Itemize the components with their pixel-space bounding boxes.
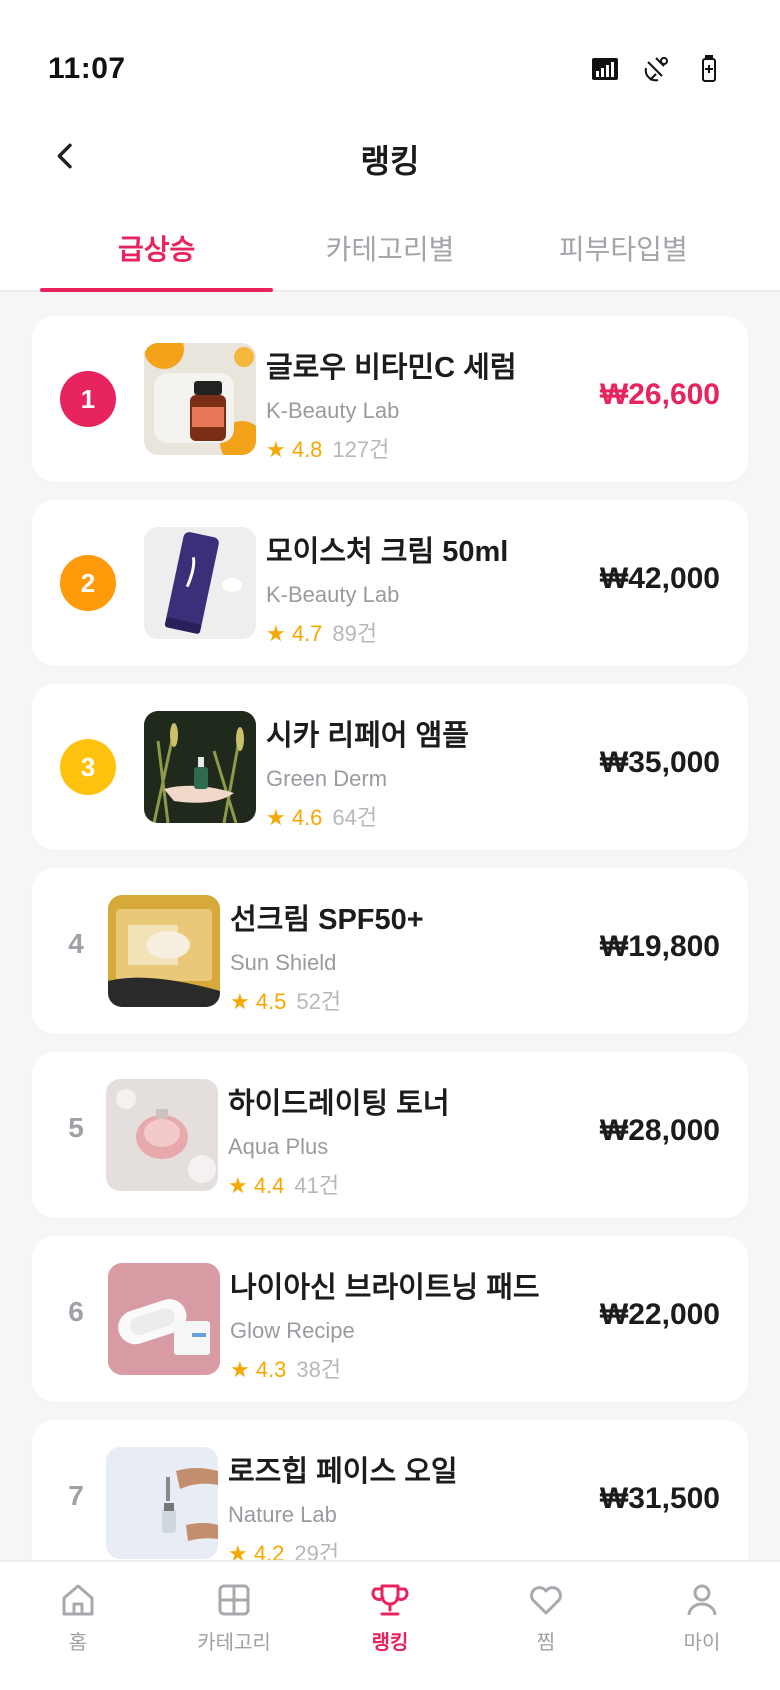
nav-ranking[interactable]: 랭킹 [312, 1562, 468, 1690]
top-area: 11:07 랭킹 급상승 카테고리별 피부타입별 [0, 0, 780, 292]
product-card[interactable]: 5 하이드레이팅 토너 Aqua Plus ★ 4.4 41건 ₩28,000 [32, 1052, 748, 1218]
home-icon [62, 1584, 94, 1616]
review-count: 38건 [296, 1357, 342, 1382]
rank-number: 4 [68, 928, 84, 959]
rank-badge: 2 [60, 555, 116, 611]
review-count: 41건 [294, 1173, 340, 1198]
tab-skin-type[interactable]: 피부타입별 [507, 220, 740, 290]
product-card[interactable]: 3 시카 리페어 앰플 Green Derm ★ 4.6 64건 ₩35,000 [32, 684, 748, 850]
nav-my[interactable]: 마이 [624, 1562, 780, 1690]
product-price: ₩31,500 [599, 1482, 720, 1515]
product-brand: Green Derm [266, 766, 388, 791]
nav-label: 마이 [683, 1632, 721, 1654]
nav-wishlist[interactable]: 찜 [468, 1562, 624, 1690]
person-icon [687, 1584, 717, 1616]
nav-category[interactable]: 카테고리 [156, 1562, 312, 1690]
rank-number: 7 [68, 1480, 84, 1511]
rating-value: ★ 4.6 [266, 805, 323, 830]
product-rating: ★ 4.8 127건 [266, 432, 517, 464]
product-price: ₩22,000 [599, 1298, 720, 1331]
app-header: 랭킹 [0, 130, 780, 220]
rank-badge: 1 [60, 371, 116, 427]
product-image [106, 1447, 218, 1559]
tab-category[interactable]: 카테고리별 [273, 220, 506, 290]
nav-home[interactable]: 홈 [0, 1562, 156, 1690]
bottom-nav: 홈 카테고리 랭킹 찜 마이 [0, 1560, 780, 1690]
review-count: 64건 [332, 805, 378, 830]
product-rating: ★ 4.5 52건 [230, 984, 424, 1016]
product-image [106, 1079, 218, 1191]
product-brand: Sun Shield [230, 950, 337, 975]
battery-icon [694, 54, 724, 84]
product-name: 글로우 비타민C 세럼 [266, 352, 517, 384]
status-icons [590, 54, 724, 84]
product-brand: Aqua Plus [228, 1134, 329, 1159]
ranking-tabs: 급상승 카테고리별 피부타입별 [40, 220, 740, 292]
rank-badge: 3 [60, 739, 116, 795]
heart-icon [530, 1586, 562, 1615]
product-price: ₩28,000 [599, 1114, 720, 1147]
trophy-icon [371, 1584, 409, 1616]
product-name: 선크림 SPF50+ [230, 904, 424, 936]
product-image [108, 895, 220, 1007]
status-time: 11:07 [48, 52, 126, 85]
product-name: 나이아신 브라이트닝 패드 [230, 1272, 540, 1304]
product-rating: ★ 4.3 38건 [230, 1352, 540, 1384]
product-name: 시카 리페어 앰플 [266, 720, 469, 752]
rating-value: ★ 4.7 [266, 621, 323, 646]
product-brand: K-Beauty Lab [266, 582, 400, 607]
product-name: 로즈힙 페이스 오일 [228, 1456, 458, 1488]
product-image [144, 527, 256, 639]
product-brand: Glow Recipe [230, 1318, 355, 1343]
grid-icon [218, 1584, 250, 1616]
rank-number: 5 [68, 1112, 84, 1143]
review-count: 89건 [332, 621, 378, 646]
ranking-list: 1 글로우 비타민C 세럼 K-Beauty Lab ★ 4.8 127건 ₩26… [32, 316, 748, 1604]
product-price: ₩19,800 [599, 930, 720, 963]
satellite-icon [642, 54, 672, 84]
rating-value: ★ 4.4 [228, 1173, 285, 1198]
product-image [144, 343, 256, 455]
rank-number: 6 [68, 1296, 84, 1327]
tab-trending[interactable]: 급상승 [40, 220, 274, 292]
product-image [108, 1263, 220, 1375]
product-price: ₩42,000 [599, 562, 720, 595]
product-rating: ★ 4.7 89건 [266, 616, 508, 648]
rating-value: ★ 4.3 [230, 1357, 287, 1382]
product-price: ₩26,600 [599, 378, 720, 411]
product-brand: Nature Lab [228, 1502, 337, 1527]
product-rating: ★ 4.4 41건 [228, 1168, 450, 1200]
page-title: 랭킹 [360, 143, 420, 179]
product-card[interactable]: 1 글로우 비타민C 세럼 K-Beauty Lab ★ 4.8 127건 ₩26… [32, 316, 748, 482]
nav-label: 카테고리 [197, 1632, 271, 1654]
product-card[interactable]: 2 모이스처 크림 50ml K-Beauty Lab ★ 4.7 89건 ₩42… [32, 500, 748, 666]
product-image [144, 711, 256, 823]
product-brand: K-Beauty Lab [266, 398, 400, 423]
review-count: 52건 [296, 989, 342, 1014]
product-rating: ★ 4.6 64건 [266, 800, 469, 832]
nav-label: 찜 [536, 1632, 556, 1654]
review-count: 127건 [332, 437, 390, 462]
product-card[interactable]: 4 선크림 SPF50+ Sun Shield ★ 4.5 52건 ₩19,800 [32, 868, 748, 1034]
product-price: ₩35,000 [599, 746, 720, 779]
product-name: 하이드레이팅 토너 [228, 1088, 450, 1120]
nav-label: 랭킹 [371, 1632, 409, 1654]
signal-icon [590, 54, 620, 84]
rating-value: ★ 4.8 [266, 437, 323, 462]
nav-label: 홈 [68, 1632, 88, 1654]
status-bar: 11:07 [0, 0, 780, 130]
rating-value: ★ 4.5 [230, 989, 287, 1014]
product-name: 모이스처 크림 50ml [266, 536, 509, 568]
product-card[interactable]: 6 나이아신 브라이트닝 패드 Glow Recipe ★ 4.3 38건 ₩22… [32, 1236, 748, 1402]
